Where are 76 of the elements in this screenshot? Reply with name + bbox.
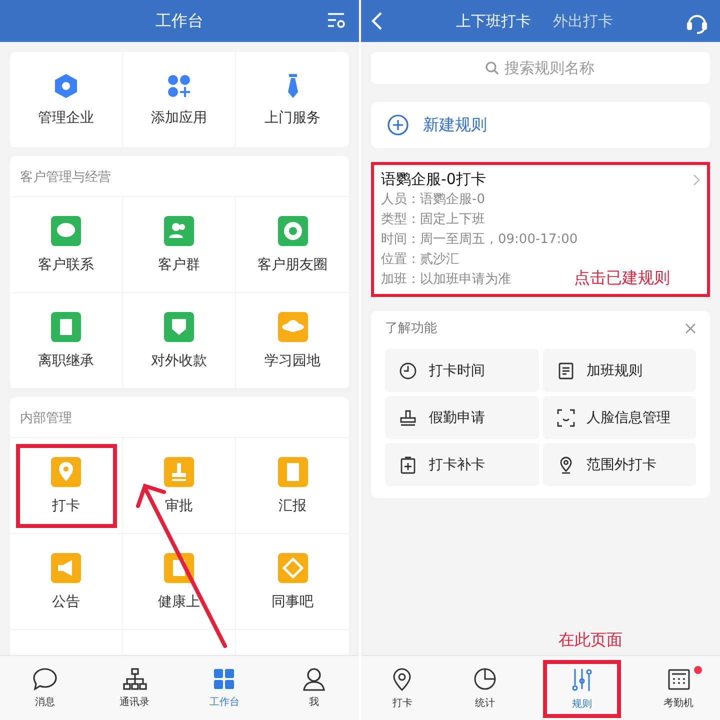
settings-icon[interactable] [327, 12, 347, 30]
search-field[interactable]: 搜索规则名称 [371, 52, 710, 84]
app-tile[interactable]: 打卡 [10, 438, 123, 534]
feature-button[interactable]: 打卡补卡 [385, 443, 538, 486]
rule-card[interactable]: 语鹦企服-0打卡 人员：语鹦企服-0 类型：固定上下班 时间：周一至周五，09:00-17:00 位置：贰沙汇 加班：以加班申请为准 点击已建规则 [371, 162, 710, 297]
rule-detail: 时间：周一至周五，09:00-17:00 [381, 231, 578, 249]
feature-button[interactable]: 打卡时间 [385, 349, 538, 392]
app-label: 客户群 [158, 256, 200, 274]
app-label: 添加应用 [151, 108, 207, 126]
section-heading: 客户管理与经营 [10, 156, 349, 197]
face-scan-icon [556, 408, 574, 426]
app-tile[interactable]: 健康上 [123, 534, 236, 630]
app-label: 离职继承 [38, 352, 94, 370]
page-title: 工作台 [156, 10, 204, 32]
app-tile[interactable]: 汇报 [236, 438, 349, 534]
headset-icon[interactable] [686, 12, 708, 34]
app-label: 打卡 [52, 496, 80, 514]
app-tile[interactable]: 上门服务 [236, 52, 349, 148]
feature-button[interactable]: 加班规则 [542, 349, 696, 392]
app-tile[interactable]: 审批 [123, 438, 236, 534]
app-label: 对外收款 [151, 352, 207, 370]
app-label: 公告 [52, 592, 80, 610]
person-icon [301, 667, 328, 691]
app-tile[interactable]: 客户群 [123, 197, 236, 293]
app-label: 同事吧 [272, 592, 314, 610]
app-label: 客户朋友圈 [258, 256, 328, 274]
section-heading: 内部管理 [10, 397, 349, 438]
stamp-icon [399, 408, 417, 426]
app-label: 学习园地 [264, 352, 320, 370]
annotation-text: 在此页面 [558, 630, 622, 651]
app-tile[interactable]: 客户朋友圈 [236, 197, 349, 293]
close-icon[interactable] [685, 322, 696, 334]
annotation-text: 点击已建规则 [574, 268, 670, 289]
app-label: 健康上 [158, 592, 200, 610]
tab-item[interactable]: 工作台 [180, 656, 270, 720]
app-tile[interactable]: 对外收款 [123, 293, 236, 389]
tab-item[interactable]: 打卡 [361, 656, 444, 720]
rule-detail: 位置：贰沙汇 [381, 251, 459, 269]
pie-chart-icon [472, 666, 498, 692]
app-label: 管理企业 [38, 108, 94, 126]
feature-button[interactable]: 范围外打卡 [542, 443, 696, 486]
section-heading: 了解功能 [385, 320, 437, 337]
clock-icon [399, 362, 417, 380]
app-tile[interactable]: 学习园地 [236, 293, 349, 389]
plus-circle-icon [387, 114, 409, 136]
new-rule-button[interactable]: 新建规则 [371, 102, 710, 148]
app-tile[interactable]: 管理企业 [10, 52, 123, 148]
document-icon [556, 362, 574, 380]
org-chart-icon [122, 667, 148, 691]
tab-item[interactable]: 规则 [540, 658, 624, 720]
rule-detail: 类型：固定上下班 [381, 211, 485, 229]
rule-title: 语鹦企服-0打卡 [381, 170, 486, 189]
tab-item[interactable]: 考勤机 [637, 656, 720, 720]
tab-item[interactable]: 通讯录 [90, 656, 180, 720]
app-tile[interactable]: 添加应用 [123, 52, 236, 148]
rule-detail: 加班：以加班申请为准 [381, 271, 511, 289]
feature-button[interactable]: 人脸信息管理 [542, 396, 696, 439]
rule-detail: 人员：语鹦企服-0 [381, 191, 485, 209]
clipboard-plus-icon [399, 456, 417, 474]
app-label: 客户联系 [38, 256, 94, 274]
back-icon[interactable] [371, 12, 383, 30]
chevron-right-icon [693, 174, 700, 186]
tab-item[interactable]: 我 [269, 656, 359, 720]
speech-bubble-icon [32, 667, 58, 691]
header-tab[interactable]: 上下班打卡 [456, 12, 531, 30]
app-label: 审批 [165, 496, 193, 514]
app-label: 汇报 [278, 496, 306, 514]
tab-item[interactable]: 消息 [0, 656, 90, 720]
app-tile[interactable]: 客户联系 [10, 197, 123, 293]
app-tile[interactable]: 公告 [10, 534, 123, 630]
app-tile[interactable]: 离职继承 [10, 293, 123, 389]
tab-item[interactable]: 统计 [444, 656, 526, 720]
app-label: 上门服务 [264, 108, 320, 126]
app-tile[interactable]: 同事吧 [236, 534, 349, 630]
feature-button[interactable]: 假勤申请 [385, 396, 538, 439]
search-icon [485, 61, 499, 75]
